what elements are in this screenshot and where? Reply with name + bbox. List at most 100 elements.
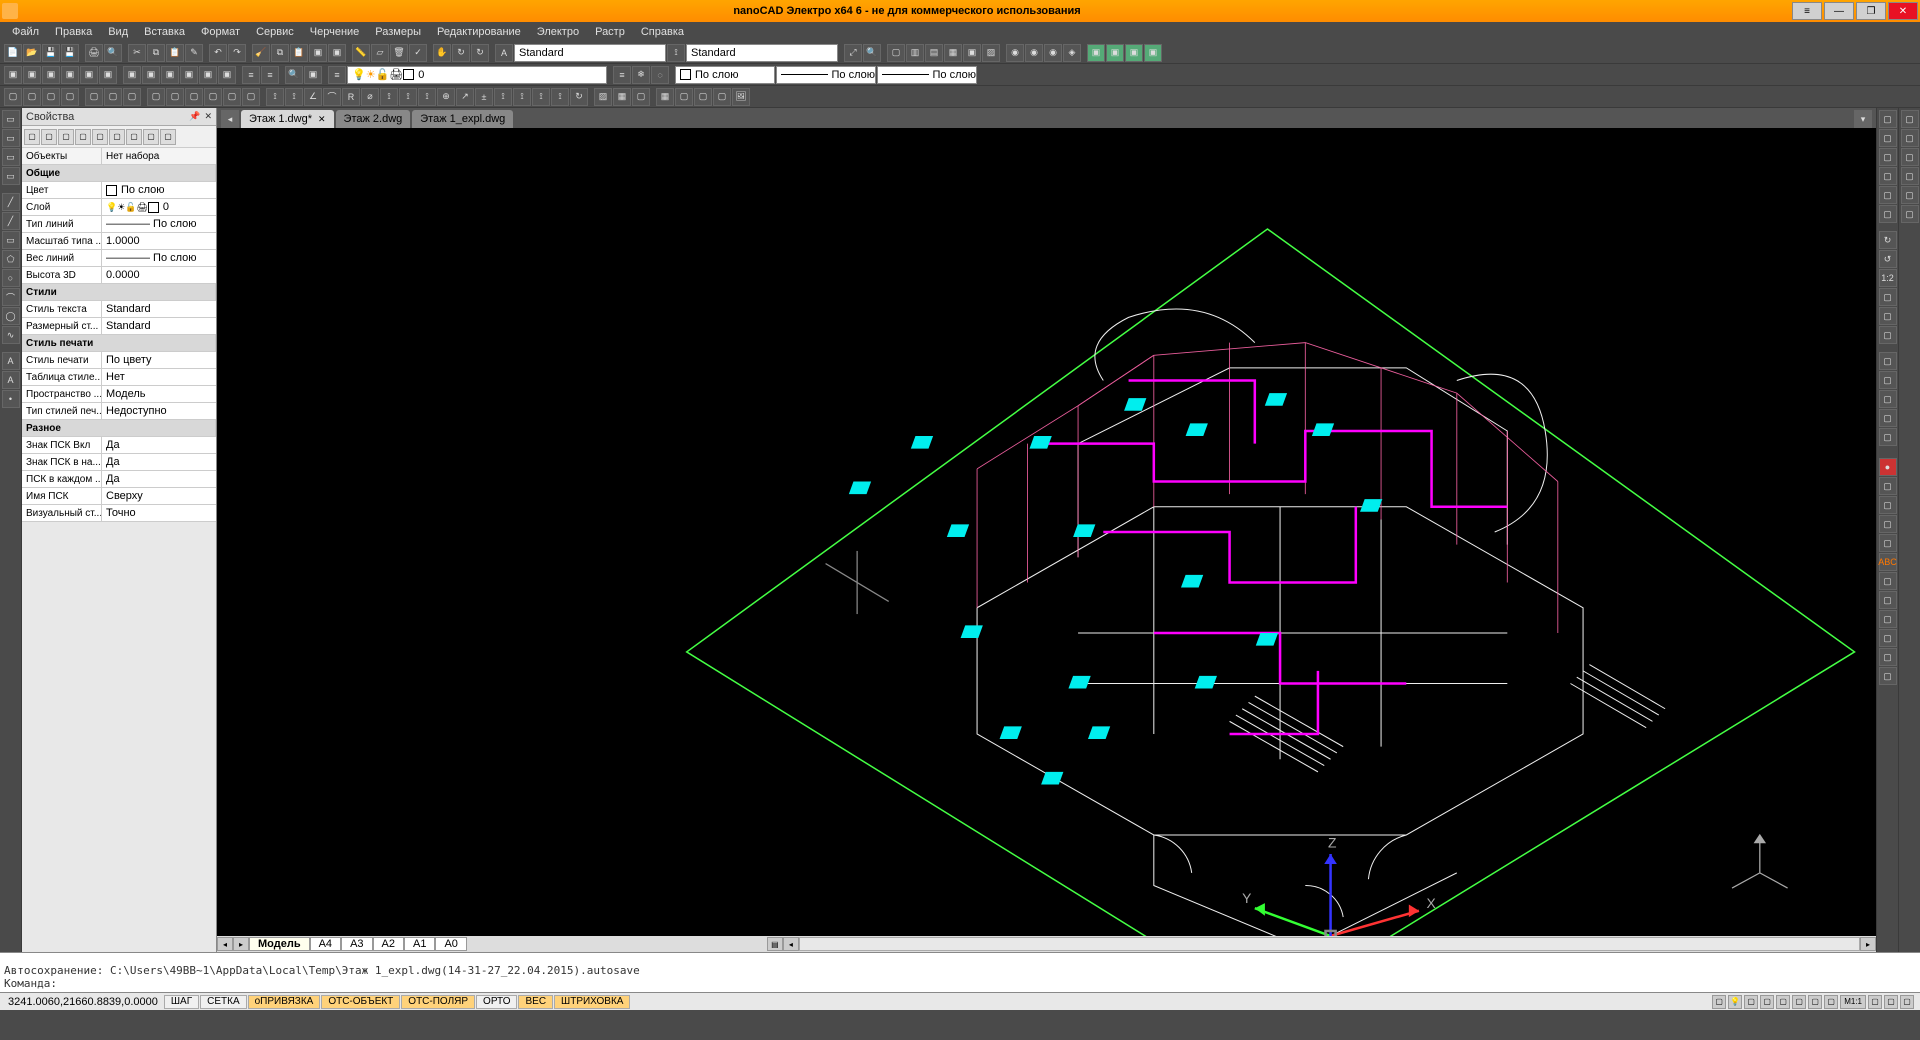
toggle-штриховка[interactable]: ШТРИХОВКА <box>554 995 630 1009</box>
el1-button[interactable]: ▣ <box>1087 44 1105 62</box>
vp5-button[interactable]: ▣ <box>963 44 981 62</box>
props-close-icon[interactable]: ✕ <box>204 111 212 122</box>
undo-button[interactable]: ↶ <box>209 44 227 62</box>
pan-button[interactable]: ✋ <box>433 44 451 62</box>
el-f-button[interactable]: ▣ <box>99 66 117 84</box>
arc-icon[interactable]: ⌒ <box>2 288 20 306</box>
el2-button[interactable]: ▣ <box>1106 44 1124 62</box>
el3-button[interactable]: ▣ <box>1125 44 1143 62</box>
props-tb-7[interactable]: ▢ <box>126 129 142 145</box>
tray-5-icon[interactable]: ▢ <box>1776 995 1790 1009</box>
toggle-орто[interactable]: ОРТО <box>476 995 517 1009</box>
el-c-button[interactable]: ▣ <box>42 66 60 84</box>
pline-icon[interactable]: ╱ <box>2 212 20 230</box>
tab-close-icon[interactable]: ✕ <box>318 114 326 125</box>
r1-5[interactable]: ▢ <box>1879 186 1897 204</box>
props-group-header[interactable]: Стиль печати <box>22 335 216 351</box>
dim-spc[interactable]: ⟟ <box>532 88 550 106</box>
r1-21[interactable]: ▢ <box>1879 515 1897 533</box>
r3-7[interactable]: ▢ <box>123 88 141 106</box>
r3-9[interactable]: ▢ <box>166 88 184 106</box>
tab-a2[interactable]: A2 <box>373 937 404 951</box>
r1-22[interactable]: ▢ <box>1879 534 1897 552</box>
r1-8[interactable]: ↺ <box>1879 250 1897 268</box>
layermgr-button[interactable]: ≡ <box>328 66 346 84</box>
menu-help[interactable]: Справка <box>633 24 692 40</box>
props-tb-4[interactable]: ▢ <box>75 129 91 145</box>
vp4-button[interactable]: ▦ <box>944 44 962 62</box>
r1-14[interactable]: ▢ <box>1879 371 1897 389</box>
layout-prev-icon[interactable]: ◂ <box>217 937 233 951</box>
tray-11-icon[interactable]: ▢ <box>1900 995 1914 1009</box>
el-j-button[interactable]: ▣ <box>180 66 198 84</box>
xref-button[interactable]: ▢ <box>713 88 731 106</box>
tray-7-icon[interactable]: ▢ <box>1808 995 1822 1009</box>
el-i-button[interactable]: ▣ <box>161 66 179 84</box>
menu-drop-button[interactable]: ≡ <box>1792 2 1822 20</box>
hscroll-left-icon[interactable]: ◂ <box>783 937 799 951</box>
vp6-button[interactable]: ▨ <box>982 44 1000 62</box>
layer-button[interactable]: ≡ <box>242 66 260 84</box>
dim-brk[interactable]: ⟟ <box>513 88 531 106</box>
tray-scale[interactable]: М1:1 <box>1840 995 1866 1009</box>
maximize-button[interactable]: ❐ <box>1856 2 1886 20</box>
toggle-отс-объект[interactable]: ОТС-ОБЪЕКТ <box>321 995 400 1009</box>
layerfrz-button[interactable]: ❄ <box>632 66 650 84</box>
menu-insert[interactable]: Вставка <box>136 24 193 40</box>
menu-draw[interactable]: Черчение <box>302 24 368 40</box>
text-icon[interactable]: A <box>2 352 20 370</box>
tray-10-icon[interactable]: ▢ <box>1884 995 1898 1009</box>
toggle-сетка[interactable]: СЕТКА <box>200 995 247 1009</box>
r3-11[interactable]: ▢ <box>204 88 222 106</box>
el-e-button[interactable]: ▣ <box>80 66 98 84</box>
command-area[interactable]: Автосохранение: C:\Users\49BB~1\AppData\… <box>0 952 1920 992</box>
lineweight-combo[interactable]: По слою <box>877 66 977 84</box>
r3-10[interactable]: ▢ <box>185 88 203 106</box>
save-button[interactable]: 💾 <box>42 44 60 62</box>
3dorbit-button[interactable]: ◉ <box>1006 44 1024 62</box>
dimstyle-icon[interactable]: ⟟ <box>667 44 685 62</box>
prop-value[interactable]: Точно <box>102 505 216 521</box>
isometric-button[interactable]: ◈ <box>1063 44 1081 62</box>
selprev-icon[interactable]: ▭ <box>2 129 20 147</box>
dim-ord[interactable]: ⟟ <box>380 88 398 106</box>
prop-value[interactable]: Недоступно <box>102 403 216 419</box>
props-group-header[interactable]: Общие <box>22 165 216 181</box>
toggle-опривязка[interactable]: оПРИВЯЗКА <box>248 995 321 1009</box>
menu-electro[interactable]: Электро <box>529 24 587 40</box>
r1-19[interactable]: ▢ <box>1879 477 1897 495</box>
props-tb-8[interactable]: ▢ <box>143 129 159 145</box>
textstyle-combo[interactable] <box>514 44 666 62</box>
r2-6[interactable]: ▢ <box>1901 205 1919 223</box>
audit-button[interactable]: ✓ <box>409 44 427 62</box>
hscroll-right-icon[interactable]: ▸ <box>1860 937 1876 951</box>
vp1-button[interactable]: ▢ <box>887 44 905 62</box>
r1-28[interactable]: ▢ <box>1879 648 1897 666</box>
layeroff-button[interactable]: ◌ <box>651 66 669 84</box>
paste-button[interactable]: 📋 <box>166 44 184 62</box>
props-group-header[interactable]: Разное <box>22 420 216 436</box>
r1-20[interactable]: ▢ <box>1879 496 1897 514</box>
r3-5[interactable]: ▢ <box>85 88 103 106</box>
prop-value[interactable]: Модель <box>102 386 216 402</box>
props-tb-5[interactable]: ▢ <box>92 129 108 145</box>
ole-button[interactable]: ▢ <box>694 88 712 106</box>
r1-3[interactable]: ▢ <box>1879 148 1897 166</box>
tab-etaj1[interactable]: Этаж 1.dwg*✕ <box>241 110 334 128</box>
tab-a3[interactable]: A3 <box>341 937 372 951</box>
el-l-button[interactable]: ▣ <box>218 66 236 84</box>
props-pin-icon[interactable]: 📌 <box>189 111 200 122</box>
el-h-button[interactable]: ▣ <box>142 66 160 84</box>
el-a-button[interactable]: ▣ <box>4 66 22 84</box>
props-tb-3[interactable]: ▢ <box>58 129 74 145</box>
tab-a1[interactable]: A1 <box>404 937 435 951</box>
r1-11[interactable]: ▢ <box>1879 307 1897 325</box>
toggle-вес[interactable]: ВЕС <box>518 995 553 1009</box>
toggle-шаг[interactable]: ШАГ <box>164 995 199 1009</box>
props-tb-1[interactable]: ▢ <box>24 129 40 145</box>
prop-value[interactable]: ———— По слою <box>102 250 216 266</box>
prop-value[interactable]: 1.0000 <box>102 233 216 249</box>
block-button[interactable]: ▣ <box>309 44 327 62</box>
dim-jog[interactable]: ⟟ <box>494 88 512 106</box>
r1-9[interactable]: 1:2 <box>1879 269 1897 287</box>
